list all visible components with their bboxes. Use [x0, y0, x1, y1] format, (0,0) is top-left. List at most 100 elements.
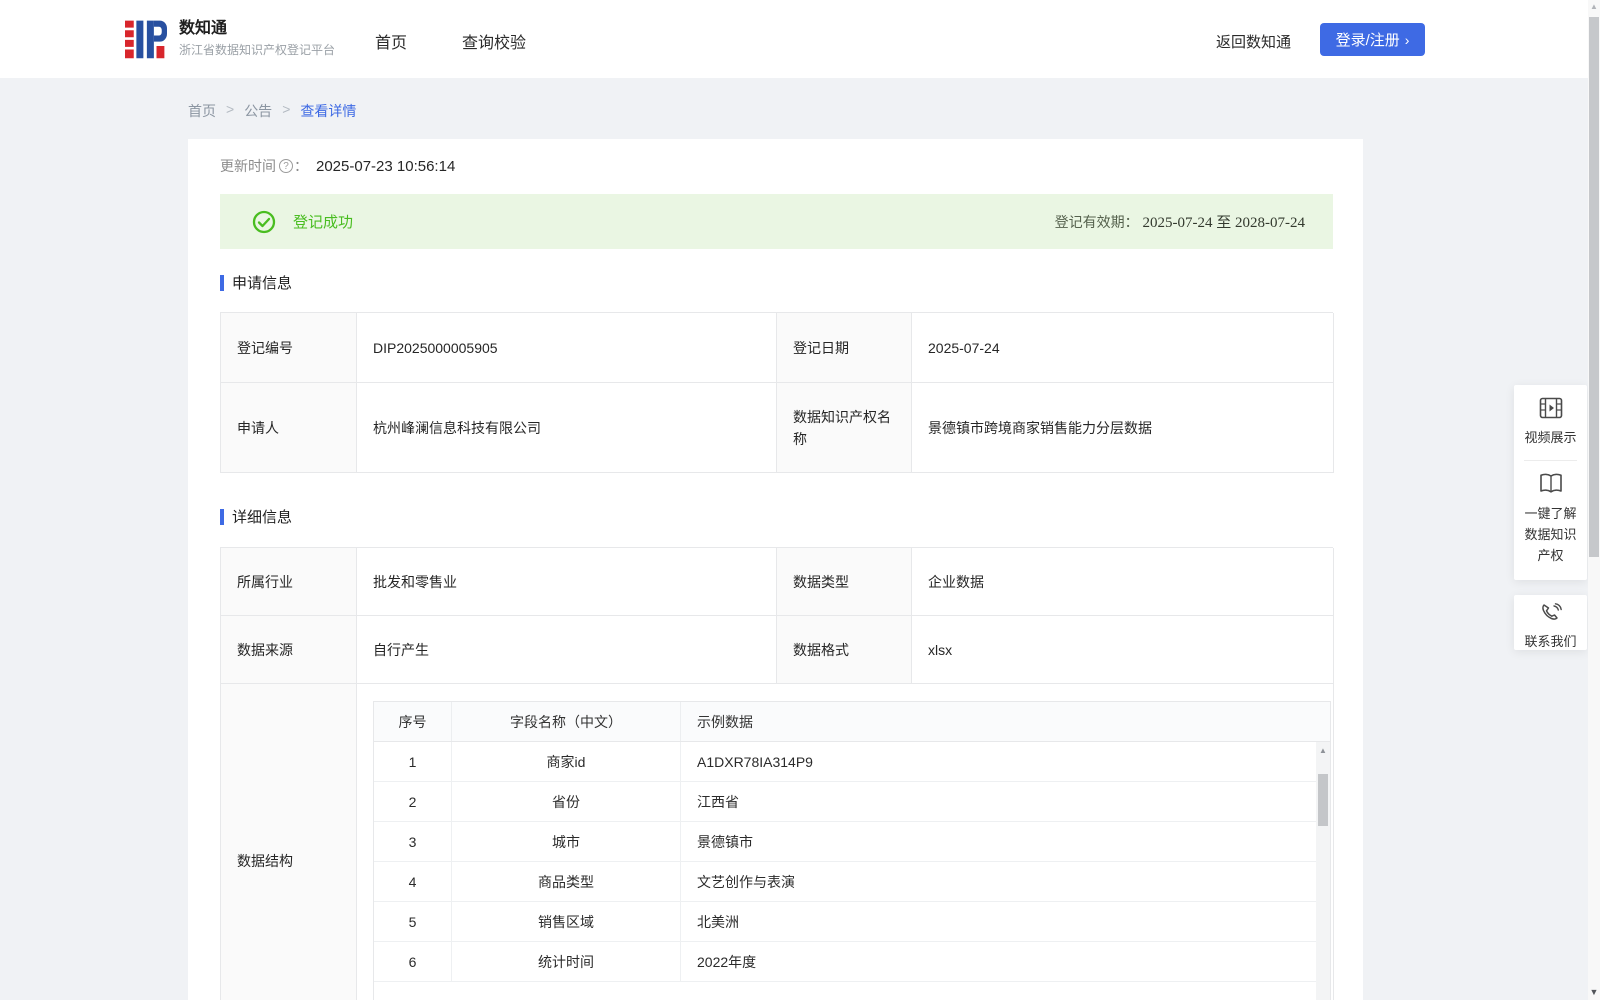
login-register-button[interactable]: 登录/注册 › [1320, 23, 1425, 56]
breadcrumb-separator: > [226, 101, 235, 117]
page-scrollbar-thumb[interactable] [1589, 17, 1599, 557]
table-row: 2 省份 江西省 [374, 782, 1330, 822]
row-sample-data: 景德镇市 [697, 833, 753, 850]
back-to-shuzhitong-link[interactable]: 返回数知通 [1216, 31, 1291, 52]
column-header-no: 序号 [374, 702, 452, 741]
structure-table-header: 序号 字段名称（中文） 示例数据 [374, 702, 1330, 742]
row-number: 1 [374, 742, 452, 781]
field-label: 数据类型 [777, 548, 912, 616]
row-number: 6 [374, 942, 452, 981]
field-label: 数据知识产权名称 [777, 383, 912, 473]
field-label-data-structure: 数据结构 [221, 684, 357, 1000]
row-field-name: 商品类型 [452, 862, 681, 901]
scrollbar-up-arrow-icon[interactable]: ▲ [1588, 2, 1600, 11]
row-number: 2 [374, 782, 452, 821]
row-sample-data: 北美洲 [697, 913, 739, 930]
row-sample-data: 2022年度 [697, 953, 757, 970]
breadcrumb-home[interactable]: 首页 [188, 101, 216, 121]
validity-period: 登记有效期： 2025-07-24 至 2028-07-24 [1055, 211, 1305, 232]
table-row: 1 商家id A1DXR78IA314P9 [374, 742, 1330, 782]
contact-us-label: 联系我们 [1524, 634, 1577, 649]
learn-line-2: 数据知识 [1524, 527, 1577, 542]
table-row: 4 商品类型 文艺创作与表演 [374, 862, 1330, 902]
field-label: 所属行业 [221, 548, 357, 616]
nav-item-home[interactable]: 首页 [375, 29, 407, 53]
row-field-name: 销售区域 [452, 902, 681, 941]
detail-card: 更新时间 ? ： 2025-07-23 10:56:14 登记成功 登记有效期：… [188, 139, 1363, 1000]
breadcrumb: 首页 > 公告 > 查看详情 [188, 101, 356, 121]
phone-icon [1541, 603, 1562, 620]
field-value: 杭州峰澜信息科技有限公司 [357, 383, 777, 473]
field-label: 数据来源 [221, 616, 357, 684]
video-display-entry[interactable]: 视频展示 [1514, 397, 1587, 448]
field-value: 批发和零售业 [357, 548, 777, 616]
learn-line-1: 一键了解 [1524, 506, 1577, 521]
update-time-value: 2025-07-23 10:56:14 [316, 157, 456, 175]
row-number: 4 [374, 862, 452, 901]
row-field-name: 商家id [452, 742, 681, 781]
video-film-icon [1539, 397, 1562, 419]
field-label: 登记编号 [221, 313, 357, 383]
data-structure-table: 序号 字段名称（中文） 示例数据 1 商家id A1DXR78IA314P9 2… [373, 701, 1331, 1000]
row-field-name: 省份 [452, 782, 681, 821]
table-row: 6 统计时间 2022年度 [374, 942, 1330, 982]
table-scrollbar[interactable]: ▲ [1316, 742, 1330, 1000]
structure-table-body: 1 商家id A1DXR78IA314P9 2 省份 江西省 3 城市 景德镇市… [374, 742, 1330, 982]
field-value: 企业数据 [912, 548, 1334, 616]
learn-dataip-entry[interactable]: 一键了解 数据知识 产权 [1514, 473, 1587, 566]
field-value: 自行产生 [357, 616, 777, 684]
table-scrollbar-thumb[interactable] [1318, 774, 1328, 826]
data-structure-cell: 序号 字段名称（中文） 示例数据 1 商家id A1DXR78IA314P9 2… [357, 684, 1334, 1000]
breadcrumb-announcement[interactable]: 公告 [244, 101, 272, 121]
breadcrumb-separator: > [282, 101, 291, 117]
validity-value: 2025-07-24 至 2028-07-24 [1142, 215, 1305, 231]
learn-line-3: 产权 [1537, 548, 1564, 563]
detail-info-table: 所属行业 批发和零售业 数据类型 企业数据 数据来源 自行产生 数据格式 xls… [220, 547, 1334, 1000]
row-number: 5 [374, 902, 452, 941]
breadcrumb-view-detail[interactable]: 查看详情 [300, 101, 356, 121]
nav-item-query-check[interactable]: 查询校验 [462, 29, 526, 53]
top-header: 数知通 浙江省数据知识产权登记平台 首页 查询校验 返回数知通 登录/注册 › [0, 0, 1600, 78]
update-time-colon: ： [294, 158, 308, 174]
table-row: 5 销售区域 北美洲 [374, 902, 1330, 942]
row-sample-data: 文艺创作与表演 [697, 873, 795, 890]
row-sample-data: 江西省 [697, 793, 739, 810]
login-register-label: 登录/注册 [1335, 32, 1400, 49]
row-field-name: 统计时间 [452, 942, 681, 981]
row-sample-data: A1DXR78IA314P9 [697, 753, 813, 770]
brand-subtitle: 浙江省数据知识产权登记平台 [179, 43, 336, 57]
column-header-field-name: 字段名称（中文） [452, 702, 681, 741]
open-book-icon [1539, 473, 1562, 493]
float-widget-contact[interactable]: 联系我们 [1514, 595, 1587, 650]
update-time-row: 更新时间 ? ： 2025-07-23 10:56:14 [220, 156, 455, 176]
float-widget-video-learn: 视频展示 一键了解 数据知识 产权 [1514, 385, 1587, 580]
validity-label: 登记有效期： [1054, 214, 1139, 230]
table-row: 3 城市 景德镇市 [374, 822, 1330, 862]
row-number: 3 [374, 822, 452, 861]
registration-success-banner: 登记成功 登记有效期： 2025-07-24 至 2028-07-24 [220, 194, 1333, 249]
section-title-detail: 详细信息 [220, 506, 292, 527]
row-field-name: 城市 [452, 822, 681, 861]
section-title-application: 申请信息 [220, 272, 292, 293]
page-scrollbar[interactable]: ▲ ▼ [1588, 0, 1600, 1000]
divider [1524, 460, 1577, 461]
chevron-right-icon: › [1404, 31, 1410, 48]
field-label: 登记日期 [777, 313, 912, 383]
brand-logo[interactable]: 数知通 浙江省数据知识产权登记平台 [125, 17, 335, 61]
field-value: DIP2025000005905 [357, 313, 777, 383]
table-empty-space [374, 982, 1330, 1000]
check-circle-icon [252, 210, 276, 233]
update-time-label: 更新时间 [220, 158, 276, 174]
video-display-label: 视频展示 [1524, 430, 1577, 445]
field-label: 申请人 [221, 383, 357, 473]
status-badge: 登记成功 [293, 214, 354, 231]
brand-logo-icon [125, 20, 167, 59]
field-value: 2025-07-24 [912, 313, 1334, 383]
scrollbar-down-arrow-icon[interactable]: ▼ [1588, 987, 1600, 997]
application-info-table: 登记编号 DIP2025000005905 登记日期 2025-07-24 申请… [220, 312, 1334, 473]
help-circle-icon[interactable]: ? [279, 159, 293, 173]
brand-name: 数知通 [179, 20, 228, 37]
field-label: 数据格式 [777, 616, 912, 684]
scroll-up-arrow-icon[interactable]: ▲ [1316, 745, 1330, 757]
field-value: xlsx [912, 616, 1334, 684]
